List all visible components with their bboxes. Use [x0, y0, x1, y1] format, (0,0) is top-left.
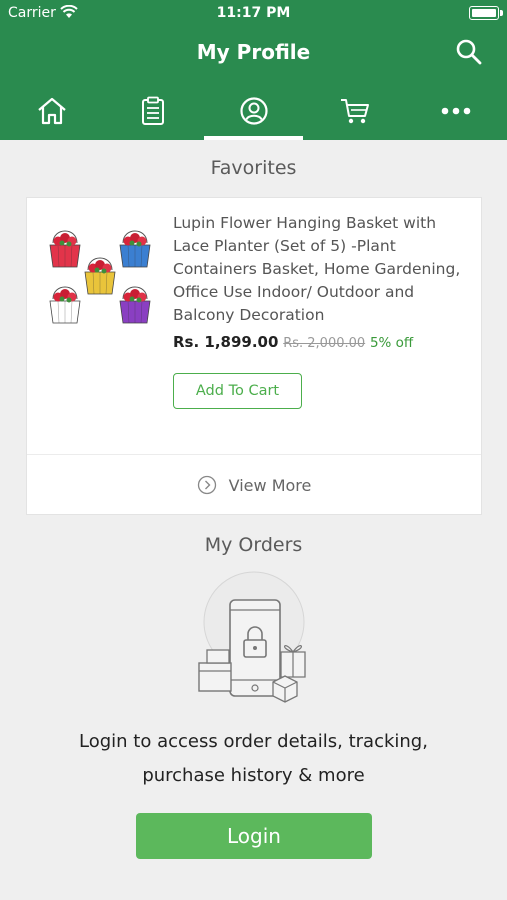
cart-icon	[340, 99, 369, 124]
tab-orders[interactable]	[102, 82, 203, 140]
tab-bar	[0, 82, 507, 140]
product-mrp: Rs. 2,000.00	[283, 336, 366, 351]
app-header: Carrier 11:17 PM My Profile	[0, 0, 507, 140]
chevron-right-circle-icon	[197, 475, 216, 495]
product-image[interactable]	[47, 218, 153, 328]
user-circle-icon	[239, 97, 268, 125]
view-more-button[interactable]: View More	[27, 454, 481, 515]
battery-icon	[469, 6, 503, 20]
search-icon	[456, 39, 482, 65]
price-row: Rs. 1,899.00 Rs. 2,000.00 5% off	[173, 333, 413, 351]
add-to-cart-button[interactable]: Add To Cart	[173, 373, 302, 409]
login-message-line2: purchase history & more	[142, 765, 365, 786]
favorite-product-card: Lupin Flower Hanging Basket with Lace Pl…	[26, 197, 482, 515]
status-bar: Carrier 11:17 PM	[0, 0, 507, 28]
tab-home[interactable]	[1, 82, 102, 140]
tab-more[interactable]	[405, 82, 506, 140]
orders-title: My Orders	[204, 534, 303, 556]
clipboard-icon	[141, 96, 164, 125]
favorites-title: Favorites	[210, 157, 297, 179]
view-more-label: View More	[228, 475, 312, 495]
tab-profile[interactable]	[203, 82, 304, 140]
product-title[interactable]: Lupin Flower Hanging Basket with Lace Pl…	[173, 212, 463, 327]
login-button[interactable]: Login	[136, 813, 372, 859]
search-button[interactable]	[455, 38, 485, 68]
more-dots-icon	[441, 107, 470, 115]
page-title: My Profile	[196, 40, 311, 64]
status-time: 11:17 PM	[216, 5, 291, 21]
tab-cart[interactable]	[304, 82, 405, 140]
product-price: Rs. 1,899.00	[173, 333, 279, 351]
home-icon	[37, 97, 66, 125]
product-discount: 5% off	[369, 335, 414, 351]
login-message-line1: Login to access order details, tracking,	[79, 731, 428, 752]
locked-phone-illustration	[198, 571, 306, 703]
